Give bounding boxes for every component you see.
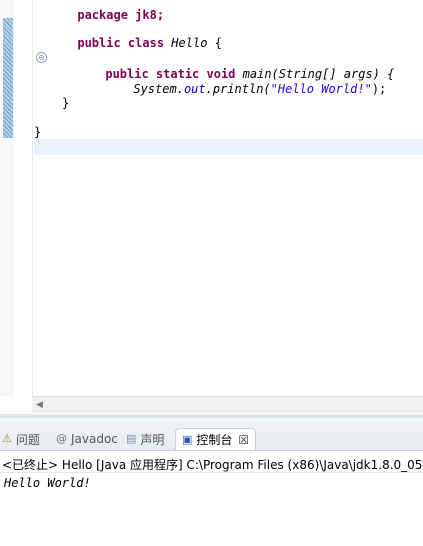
method-declaration-line: public static void main(String[] args) { xyxy=(105,67,395,81)
console-status-text: <已终止> Hello [Java 应用程序] C:\Program Files… xyxy=(2,458,423,472)
bottom-view-tabbar: ⚠ 问题 @ Javadoc ▤ 声明 ▣ 控制台 ☒ xyxy=(0,418,423,451)
code-editor[interactable]: ⊖ package jk8; public class Hello { publ… xyxy=(0,0,423,414)
tab-console[interactable]: ▣ 控制台 ☒ xyxy=(175,428,257,450)
tab-problems[interactable]: ⚠ 问题 xyxy=(2,429,40,449)
warning-icon: ⚠ xyxy=(2,432,12,445)
scroll-left-icon[interactable]: ◀ xyxy=(36,400,43,410)
console-divider xyxy=(0,472,423,473)
at-icon: @ xyxy=(56,432,67,445)
println-statement-line: System.out.println("Hello World!"); xyxy=(133,82,387,96)
overview-ruler xyxy=(0,0,14,396)
method-close-brace: } xyxy=(62,96,70,110)
console-output[interactable]: Hello World! xyxy=(4,476,91,490)
quick-diff-change-bar[interactable] xyxy=(3,18,13,138)
declaration-icon: ▤ xyxy=(126,432,137,445)
package-line: package jk8; xyxy=(77,8,165,22)
class-close-brace: } xyxy=(34,125,42,139)
current-line-highlight xyxy=(34,139,423,155)
console-icon: ▣ xyxy=(182,432,193,446)
class-declaration-line: public class Hello { xyxy=(77,36,222,50)
tab-javadoc[interactable]: @ Javadoc xyxy=(56,429,118,449)
editor-gutter: ⊖ xyxy=(14,0,47,396)
close-tab-icon[interactable]: ☒ xyxy=(238,433,249,447)
tab-declaration[interactable]: ▤ 声明 xyxy=(126,429,164,449)
horizontal-scrollbar[interactable]: ◀ xyxy=(32,396,423,413)
